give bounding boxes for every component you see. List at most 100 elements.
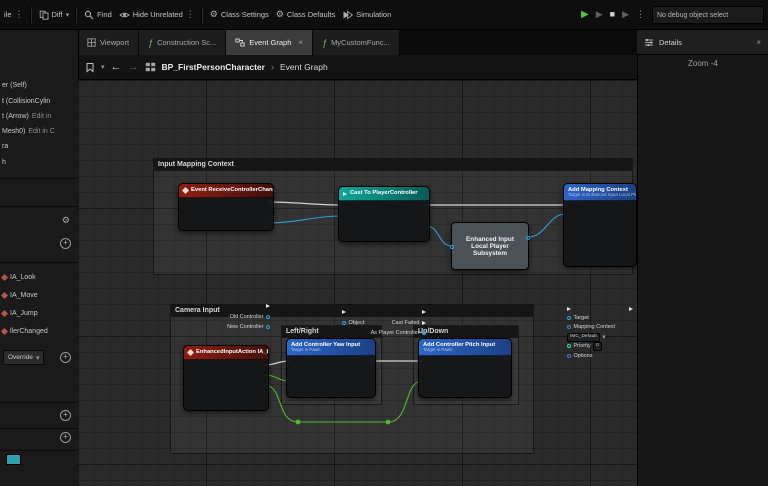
priority-value-field[interactable]: 0 (593, 342, 602, 351)
compile-options-icon[interactable]: ⋮ (15, 9, 24, 20)
add-dispatcher-button[interactable]: + (60, 432, 71, 443)
comment-title[interactable]: Camera Input (171, 305, 533, 317)
node-header[interactable]: Add Mapping Context Target is Enhanced I… (564, 184, 636, 201)
object-output-pin[interactable] (266, 325, 270, 329)
breadcrumb-current[interactable]: Event Graph (280, 62, 328, 72)
nav-back-button[interactable]: ← (111, 61, 122, 73)
tab-close-icon[interactable]: × (298, 38, 303, 47)
exec-input-pin[interactable] (342, 310, 346, 314)
color-swatch[interactable] (6, 454, 21, 465)
object-output-pin[interactable] (422, 331, 426, 335)
node-header[interactable]: Cast To PlayerController (339, 187, 429, 201)
frame-skip-button[interactable]: ▶ (596, 10, 603, 19)
edit-in-cpp-link[interactable]: Edit in C (28, 128, 54, 135)
graph-item-label: IA_Look (10, 274, 36, 281)
override-dropdown[interactable]: Override ▾ (3, 350, 44, 365)
graph-item-label: IA_Jump (10, 310, 38, 317)
left-sidebar: er (Self) t (CollisionCylin t (Arrow)Edi… (0, 30, 79, 486)
component-row-mesh2[interactable]: h (2, 159, 6, 166)
tab-viewport[interactable]: Viewport (78, 30, 139, 55)
tab-event-graph[interactable]: Event Graph × (226, 30, 313, 55)
component-row-arrow[interactable]: t (Arrow)Edit in (2, 113, 51, 120)
breadcrumb-root[interactable]: BP_FirstPersonCharacter (162, 62, 265, 72)
function-icon: ƒ (148, 38, 153, 48)
plus-icon: + (63, 432, 68, 441)
comment-title[interactable]: Input Mapping Context (154, 159, 632, 171)
hide-unrelated-button[interactable]: Hide Unrelated ⋮ (119, 9, 195, 20)
node-enhanced-input-action-ia-look[interactable]: EnhancedInputAction IA_Look Triggered Ac… (183, 345, 269, 411)
node-header[interactable]: Event ReceiveControllerChanged (179, 184, 273, 198)
node-add-mapping-context[interactable]: Add Mapping Context Target is Enhanced I… (563, 183, 637, 267)
add-item-button[interactable]: + (60, 238, 71, 249)
tab-construction-script[interactable]: ƒ Construction Sc... (139, 30, 226, 55)
class-settings-button[interactable]: ⚙ Class Settings (210, 10, 269, 19)
find-button[interactable]: Find (84, 10, 112, 20)
value-dropdown-icon[interactable]: ▾ (602, 333, 606, 341)
play-options-icon[interactable]: ⋮ (636, 9, 645, 20)
diff-dropdown-icon[interactable]: ▾ (66, 11, 70, 19)
object-input-pin[interactable] (342, 321, 346, 325)
add-override-button[interactable]: + (60, 352, 71, 363)
bookmark-dropdown-icon[interactable]: ▾ (101, 63, 105, 71)
object-output-pin[interactable] (266, 315, 270, 319)
diff-button[interactable]: Diff ▾ (39, 10, 70, 20)
stop-button[interactable]: ■ (610, 10, 615, 19)
object-output-pin[interactable] (526, 236, 530, 240)
eject-button[interactable]: ▶ (622, 10, 629, 19)
node-enhanced-input-subsystem[interactable]: Enhanced Input Local Player Subsystem (451, 222, 529, 270)
node-add-controller-yaw-input[interactable]: Add Controller Yaw Input Target is Pawn … (286, 338, 376, 398)
node-title: Enhanced Input Local Player Subsystem (458, 236, 522, 257)
compile-button[interactable]: ile ⋮ (4, 9, 24, 20)
viewport-icon (87, 38, 96, 47)
play-button[interactable]: ▶ (581, 10, 589, 20)
tab-viewport-label: Viewport (100, 38, 129, 47)
class-defaults-button[interactable]: ⚙ Class Defaults (276, 10, 335, 19)
exec-input-pin[interactable] (567, 307, 571, 311)
sidebar-settings-icon[interactable]: ⚙ (62, 215, 70, 226)
cast-failed-exec-pin[interactable] (422, 321, 426, 325)
tab-my-custom-function[interactable]: ƒ MyCustomFunc... (313, 30, 400, 55)
options-input-pin[interactable] (567, 354, 571, 358)
exec-output-pin[interactable] (266, 304, 270, 308)
component-row-self[interactable]: er (Self) (2, 82, 27, 89)
target-input-pin[interactable] (567, 316, 571, 320)
graph-item-controller-changed[interactable]: llerChanged (2, 328, 48, 335)
node-subtitle: Target is Pawn (423, 348, 453, 353)
event-graph-canvas[interactable]: Input Mapping Context Camera Input Left/… (78, 80, 637, 486)
component-row-capsule[interactable]: t (CollisionCylin (2, 98, 50, 105)
mapping-context-input-pin[interactable] (567, 325, 571, 329)
pin-row (266, 301, 270, 311)
node-add-controller-pitch-input[interactable]: Add Controller Pitch Input Target is Paw… (418, 338, 512, 398)
graph-nav-icon[interactable] (145, 62, 156, 72)
object-input-pin[interactable] (450, 245, 454, 249)
exec-output-pin[interactable] (422, 310, 426, 314)
node-cast-to-playercontroller[interactable]: Cast To PlayerController Object Cast Fai… (338, 186, 430, 242)
node-header[interactable]: Add Controller Pitch Input Target is Paw… (419, 339, 511, 356)
add-variable-button[interactable]: + (60, 410, 71, 421)
comment-title[interactable]: Up/Down (414, 326, 518, 338)
graph-item-label: IA_Move (10, 292, 38, 299)
nav-forward-button[interactable]: → (128, 61, 139, 73)
eye-icon (119, 10, 130, 20)
graph-item-ia-look[interactable]: IA_Look (2, 274, 36, 281)
graph-item-ia-jump[interactable]: IA_Jump (2, 310, 38, 317)
comment-title[interactable]: Left/Right (282, 326, 381, 338)
node-event-receive-controller-changed[interactable]: Event ReceiveControllerChanged Old Contr… (178, 183, 274, 231)
details-panel-tab[interactable]: Details × (637, 30, 768, 55)
exec-output-pin[interactable] (629, 307, 633, 311)
node-header[interactable]: EnhancedInputAction IA_Look (184, 346, 268, 360)
pin-row: Mapping Context (567, 322, 615, 332)
edit-in-cpp-link[interactable]: Edit in (32, 113, 51, 120)
priority-input-pin[interactable] (567, 344, 571, 348)
node-header[interactable]: Add Controller Yaw Input Target is Pawn (287, 339, 375, 356)
simulation-button[interactable]: Simulation (342, 10, 391, 20)
details-close-icon[interactable]: × (756, 38, 761, 47)
node-title: Cast To PlayerController (350, 190, 418, 196)
debug-object-select[interactable]: No debug object select (652, 6, 764, 24)
component-row-camera[interactable]: ra (2, 143, 8, 150)
hide-unrelated-options-icon[interactable]: ⋮ (186, 9, 195, 20)
graph-item-ia-move[interactable]: IA_Move (2, 292, 38, 299)
component-row-mesh[interactable]: Mesh0)Edit in C (2, 128, 55, 135)
sidebar-divider (0, 262, 78, 263)
bookmark-icon[interactable] (85, 62, 95, 73)
